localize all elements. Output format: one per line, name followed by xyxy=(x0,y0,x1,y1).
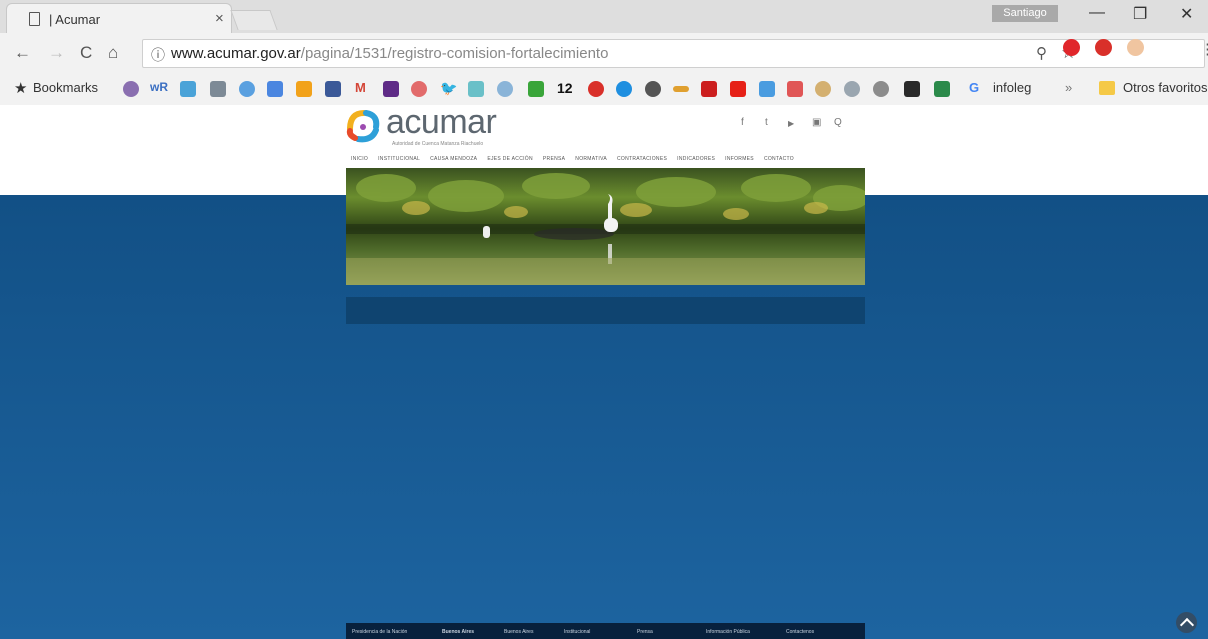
home-button[interactable]: ⌂ xyxy=(108,43,118,63)
url-text[interactable]: www.acumar.gov.ar/pagina/1531/registro-c… xyxy=(171,45,608,62)
nav-item-inicio[interactable]: INICIO xyxy=(351,156,368,162)
tab-close-icon[interactable]: × xyxy=(215,10,224,27)
instagram-icon[interactable]: ▣ xyxy=(812,117,821,128)
nav-item-informes[interactable]: INFORMES xyxy=(725,156,754,162)
bookmarks-star-icon: ★ xyxy=(14,80,28,97)
footer-presidencia[interactable]: Presidencia de la Nación xyxy=(352,629,407,635)
maximize-button[interactable]: ❐ xyxy=(1133,4,1147,24)
opera-extension-icon[interactable] xyxy=(1063,39,1080,56)
bookmark-icon[interactable] xyxy=(787,81,803,97)
site-main-nav: INICIO INSTITUCIONAL CAUSA MENDOZA EJES … xyxy=(351,156,794,162)
footer-link-contactenos[interactable]: Contactenos xyxy=(786,629,814,635)
nav-item-prensa[interactable]: PRENSA xyxy=(543,156,565,162)
bookmark-12[interactable]: 12 xyxy=(557,80,573,96)
gmail-icon[interactable]: M xyxy=(355,80,366,95)
tab-title: | Acumar xyxy=(49,12,101,27)
forward-button[interactable]: → xyxy=(48,43,65,63)
bookmark-icon[interactable] xyxy=(616,81,632,97)
facebook-icon[interactable] xyxy=(325,81,341,97)
back-button[interactable]: ← xyxy=(14,43,31,63)
bookmark-icon[interactable] xyxy=(645,81,661,97)
page-icon xyxy=(29,12,40,26)
bookmark-icon[interactable] xyxy=(411,81,427,97)
reload-button[interactable]: C xyxy=(80,43,92,63)
scroll-to-top-button[interactable] xyxy=(1176,612,1197,633)
bookmark-icon[interactable] xyxy=(844,81,860,97)
nav-item-normativa[interactable]: NORMATIVA xyxy=(575,156,607,162)
bookmark-icon[interactable] xyxy=(180,81,196,97)
bookmark-icon[interactable] xyxy=(759,81,775,97)
bookmark-icon[interactable] xyxy=(123,81,139,97)
site-logo-text[interactable]: acumar xyxy=(386,103,497,142)
new-tab-button[interactable] xyxy=(230,10,278,30)
bookmark-icon[interactable] xyxy=(934,81,950,97)
bookmarks-bar: ★ Bookmarks wR M 🐦 12 G infoleg » Otros … xyxy=(0,73,1208,105)
twitter-icon[interactable]: 🐦 xyxy=(440,80,457,97)
footer-link-prensa[interactable]: Prensa xyxy=(637,629,653,635)
bookmark-infoleg[interactable]: infoleg xyxy=(993,80,1031,95)
nav-item-causa-mendoza[interactable]: CAUSA MENDOZA xyxy=(430,156,477,162)
user-profile-button[interactable]: Santiago xyxy=(992,5,1058,22)
site-footer: Presidencia de la Nación Buenos Aires Bu… xyxy=(346,623,865,639)
acumar-logo-icon[interactable] xyxy=(346,109,380,143)
footer-logo-buenos-aires[interactable]: Buenos Aires xyxy=(442,629,474,635)
zoom-icon[interactable]: ⚲ xyxy=(1036,44,1047,62)
bookmark-icon[interactable] xyxy=(815,81,831,97)
google-icon[interactable]: G xyxy=(969,80,979,95)
site-logo-subtitle: Autoridad de Cuenca Matanza Riachuelo xyxy=(392,141,484,147)
close-window-button[interactable]: ✕ xyxy=(1180,4,1193,24)
bookmark-icon[interactable] xyxy=(210,81,226,97)
bookmarks-label[interactable]: Bookmarks xyxy=(33,80,98,95)
bookmark-icon[interactable] xyxy=(468,81,484,97)
content-strip xyxy=(346,297,865,324)
youtube-icon[interactable]: ▶ xyxy=(788,119,794,128)
nav-item-contrataciones[interactable]: CONTRATACIONES xyxy=(617,156,667,162)
menu-icon[interactable]: ⋮ xyxy=(1200,40,1208,58)
bookmark-wr[interactable]: wR xyxy=(150,80,168,94)
header-banner-image xyxy=(346,168,865,285)
other-bookmarks-folder[interactable]: Otros favoritos xyxy=(1123,80,1208,95)
bookmark-icon[interactable] xyxy=(267,81,283,97)
url-host: www.acumar.gov.ar xyxy=(171,45,301,62)
browser-chrome: | Acumar × Santiago — ❐ ✕ ← → C ⌂ ⓘ www.… xyxy=(0,0,1208,105)
bookmark-icon[interactable] xyxy=(239,81,255,97)
footer-logo-buenos-aires-ciudad[interactable]: Buenos Aires xyxy=(504,629,533,635)
info-icon[interactable]: ⓘ xyxy=(151,45,165,65)
extension-icon[interactable] xyxy=(1127,39,1144,56)
nav-item-indicadores[interactable]: INDICADORES xyxy=(677,156,715,162)
bookmark-icon[interactable] xyxy=(904,81,920,97)
adblock-extension-icon[interactable] xyxy=(1095,39,1112,56)
facebook-icon[interactable]: f xyxy=(741,117,744,128)
bookmark-icon[interactable] xyxy=(701,81,717,97)
bookmark-icon[interactable] xyxy=(528,81,544,97)
address-bar[interactable]: ⓘ www.acumar.gov.ar/pagina/1531/registro… xyxy=(142,39,1205,68)
url-path: /pagina/1531/registro-comision-fortaleci… xyxy=(300,45,609,62)
more-bookmarks-button[interactable]: » xyxy=(1065,80,1072,95)
browser-toolbar: ← → C ⌂ ⓘ www.acumar.gov.ar/pagina/1531/… xyxy=(0,33,1208,73)
bookmark-icon[interactable] xyxy=(673,86,689,92)
search-icon[interactable]: Q xyxy=(834,117,842,128)
youtube-icon[interactable] xyxy=(730,81,746,97)
nav-item-contacto[interactable]: CONTACTO xyxy=(764,156,794,162)
browser-tab[interactable]: | Acumar × xyxy=(6,3,232,33)
footer-link-institucional[interactable]: Institucional xyxy=(564,629,590,635)
bookmark-icon[interactable] xyxy=(873,81,889,97)
twitter-icon[interactable]: t xyxy=(765,117,768,128)
nav-item-ejes-de-accion[interactable]: EJES DE ACCIÓN xyxy=(487,156,533,162)
bookmark-icon[interactable] xyxy=(497,81,513,97)
bookmark-icon[interactable] xyxy=(588,81,604,97)
nav-item-institucional[interactable]: INSTITUCIONAL xyxy=(378,156,420,162)
web-page: acumar Autoridad de Cuenca Matanza Riach… xyxy=(0,103,1208,639)
bookmark-icon[interactable] xyxy=(296,81,312,97)
title-bar: | Acumar × Santiago — ❐ ✕ xyxy=(0,0,1208,33)
wetland-heron-photo xyxy=(346,173,865,285)
footer-link-informacion-publica[interactable]: Información Pública xyxy=(706,629,750,635)
folder-icon xyxy=(1099,81,1115,95)
yahoo-icon[interactable] xyxy=(383,81,399,97)
minimize-button[interactable]: — xyxy=(1089,4,1105,22)
